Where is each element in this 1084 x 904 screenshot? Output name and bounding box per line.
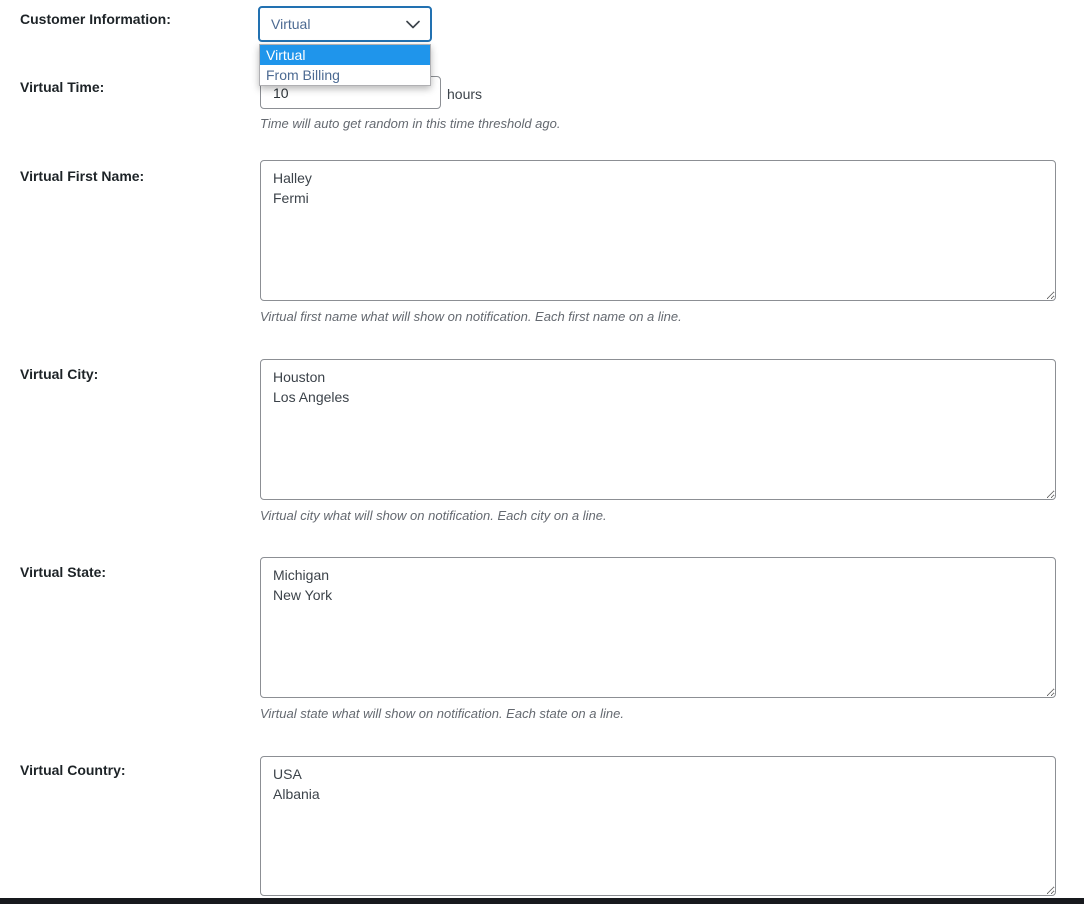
virtual-first-name-help-text: Virtual first name what will show on not… bbox=[260, 309, 682, 324]
virtual-time-label: Virtual Time: bbox=[20, 79, 105, 95]
virtual-first-name-textarea[interactable]: Halley Fermi bbox=[260, 160, 1056, 301]
virtual-time-help-text: Time will auto get random in this time t… bbox=[260, 116, 561, 131]
customer-information-select[interactable]: Virtual bbox=[258, 6, 432, 42]
screen-bottom-bar bbox=[0, 898, 1084, 904]
virtual-first-name-label: Virtual First Name: bbox=[20, 168, 145, 184]
virtual-state-label: Virtual State: bbox=[20, 564, 107, 580]
virtual-country-label: Virtual Country: bbox=[20, 762, 126, 778]
customer-information-dropdown: Virtual From Billing bbox=[259, 44, 431, 86]
virtual-city-help-text: Virtual city what will show on notificat… bbox=[260, 508, 607, 523]
virtual-city-textarea[interactable]: Houston Los Angeles bbox=[260, 359, 1056, 500]
dropdown-option-from-billing[interactable]: From Billing bbox=[260, 65, 430, 85]
virtual-state-help-text: Virtual state what will show on notifica… bbox=[260, 706, 624, 721]
customer-information-label: Customer Information: bbox=[20, 11, 171, 27]
dropdown-option-virtual[interactable]: Virtual bbox=[260, 45, 430, 65]
virtual-time-unit-label: hours bbox=[447, 86, 483, 102]
virtual-country-textarea[interactable]: USA Albania bbox=[260, 756, 1056, 896]
virtual-city-label: Virtual City: bbox=[20, 366, 99, 382]
select-current-value: Virtual bbox=[271, 16, 311, 32]
virtual-state-textarea[interactable]: Michigan New York bbox=[260, 557, 1056, 698]
chevron-down-icon bbox=[406, 20, 420, 29]
